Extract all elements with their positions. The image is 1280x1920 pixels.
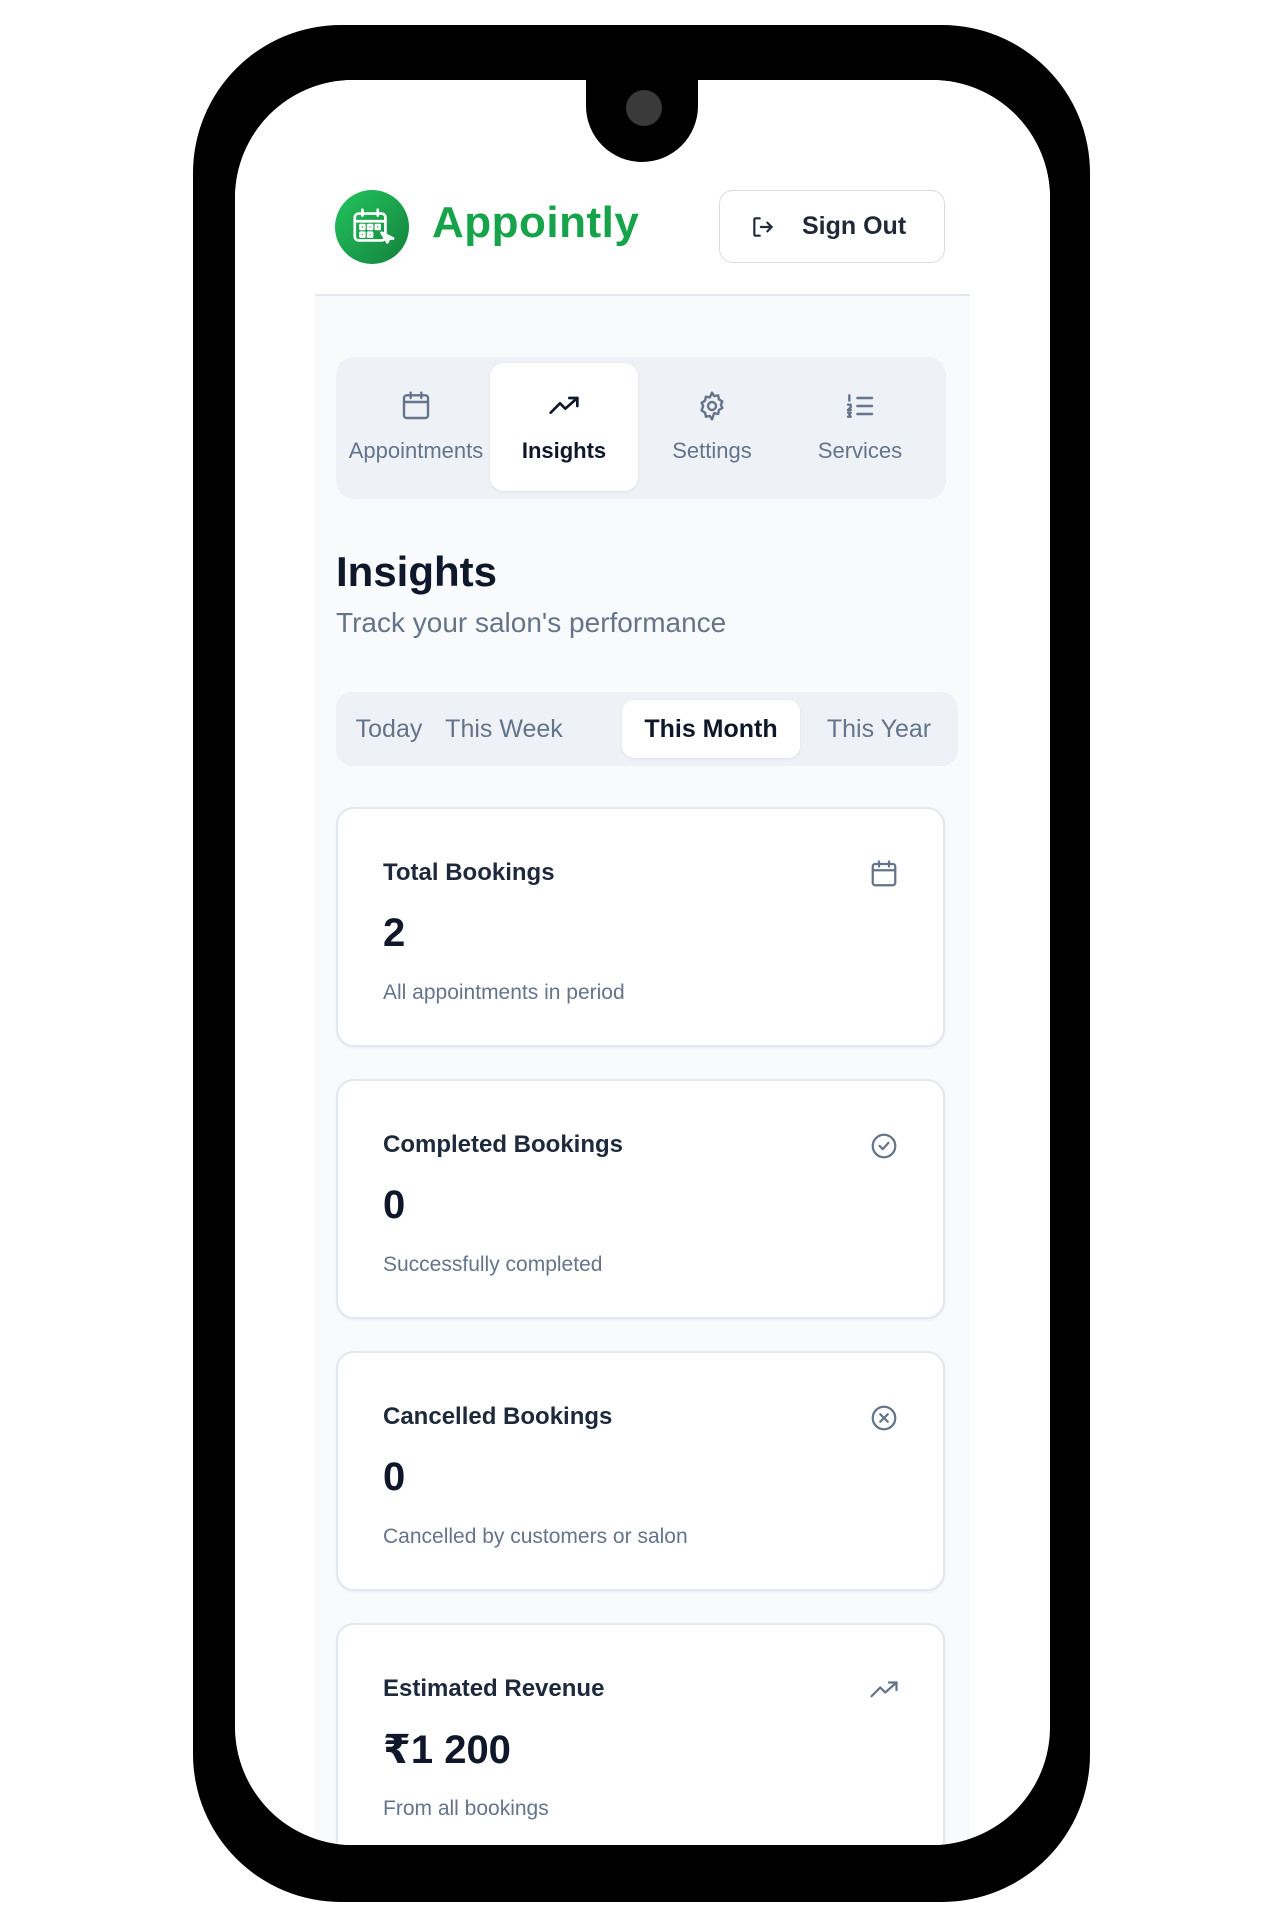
trending-up-icon bbox=[549, 396, 579, 414]
card-value: 0 bbox=[383, 1183, 406, 1227]
stat-card-completed-bookings: Completed Bookings 0 Successfully comple… bbox=[336, 1079, 945, 1319]
card-value: 2 bbox=[383, 911, 406, 955]
card-description: All appointments in period bbox=[383, 981, 625, 1004]
trending-up-icon bbox=[870, 1681, 898, 1698]
log-out-icon bbox=[753, 216, 773, 237]
card-title: Completed Bookings bbox=[383, 1131, 624, 1158]
tab-insights[interactable]: Insights bbox=[490, 363, 638, 491]
tab-label: Services bbox=[817, 438, 903, 463]
tab-appointments[interactable]: Appointments bbox=[342, 363, 490, 491]
list-icon bbox=[846, 394, 874, 418]
card-value: ₹1 200 bbox=[383, 1728, 511, 1772]
content-area bbox=[315, 296, 970, 1845]
period-this-year[interactable]: This Year bbox=[806, 700, 952, 758]
period-selector: Today This Week This Month This Year bbox=[336, 692, 958, 766]
card-value: 0 bbox=[383, 1455, 406, 1499]
card-title: Estimated Revenue bbox=[383, 1675, 605, 1702]
page-title: Insights bbox=[336, 548, 498, 595]
calendar-icon bbox=[402, 391, 430, 420]
tab-label: Insights bbox=[521, 438, 607, 463]
period-today[interactable]: Today bbox=[344, 700, 434, 758]
calendar-icon bbox=[871, 860, 897, 887]
calendar-logo-icon bbox=[353, 208, 395, 244]
phone-screen: Appointly Sign Out Appointments Insights bbox=[235, 80, 1050, 1845]
period-this-month[interactable]: This Month bbox=[622, 700, 800, 758]
card-description: Successfully completed bbox=[383, 1253, 603, 1276]
gear-icon bbox=[700, 391, 724, 421]
stat-card-cancelled-bookings: Cancelled Bookings 0 Cancelled by custom… bbox=[336, 1351, 945, 1591]
sign-out-button[interactable]: Sign Out bbox=[719, 190, 945, 263]
card-description: From all bookings bbox=[383, 1797, 549, 1820]
page-subtitle: Track your salon's performance bbox=[336, 607, 727, 638]
tab-label: Appointments bbox=[348, 438, 484, 463]
card-title: Total Bookings bbox=[383, 859, 555, 886]
app-logo bbox=[335, 190, 409, 264]
main-nav: Appointments Insights Settings Services bbox=[336, 357, 946, 499]
check-circle-icon bbox=[871, 1133, 897, 1159]
card-title: Cancelled Bookings bbox=[383, 1403, 613, 1430]
stat-card-estimated-revenue: Estimated Revenue ₹1 200 From all bookin… bbox=[336, 1623, 945, 1845]
x-circle-icon bbox=[871, 1405, 897, 1431]
period-this-week[interactable]: This Week bbox=[440, 700, 568, 758]
sign-out-label: Sign Out bbox=[802, 212, 907, 240]
tab-services[interactable]: Services bbox=[786, 363, 934, 491]
tab-settings[interactable]: Settings bbox=[638, 363, 786, 491]
stat-card-total-bookings: Total Bookings 2 All appointments in per… bbox=[336, 807, 945, 1047]
card-description: Cancelled by customers or salon bbox=[383, 1525, 688, 1548]
front-camera bbox=[626, 90, 662, 126]
app-name: Appointly bbox=[432, 198, 640, 247]
tab-label: Settings bbox=[672, 438, 752, 463]
